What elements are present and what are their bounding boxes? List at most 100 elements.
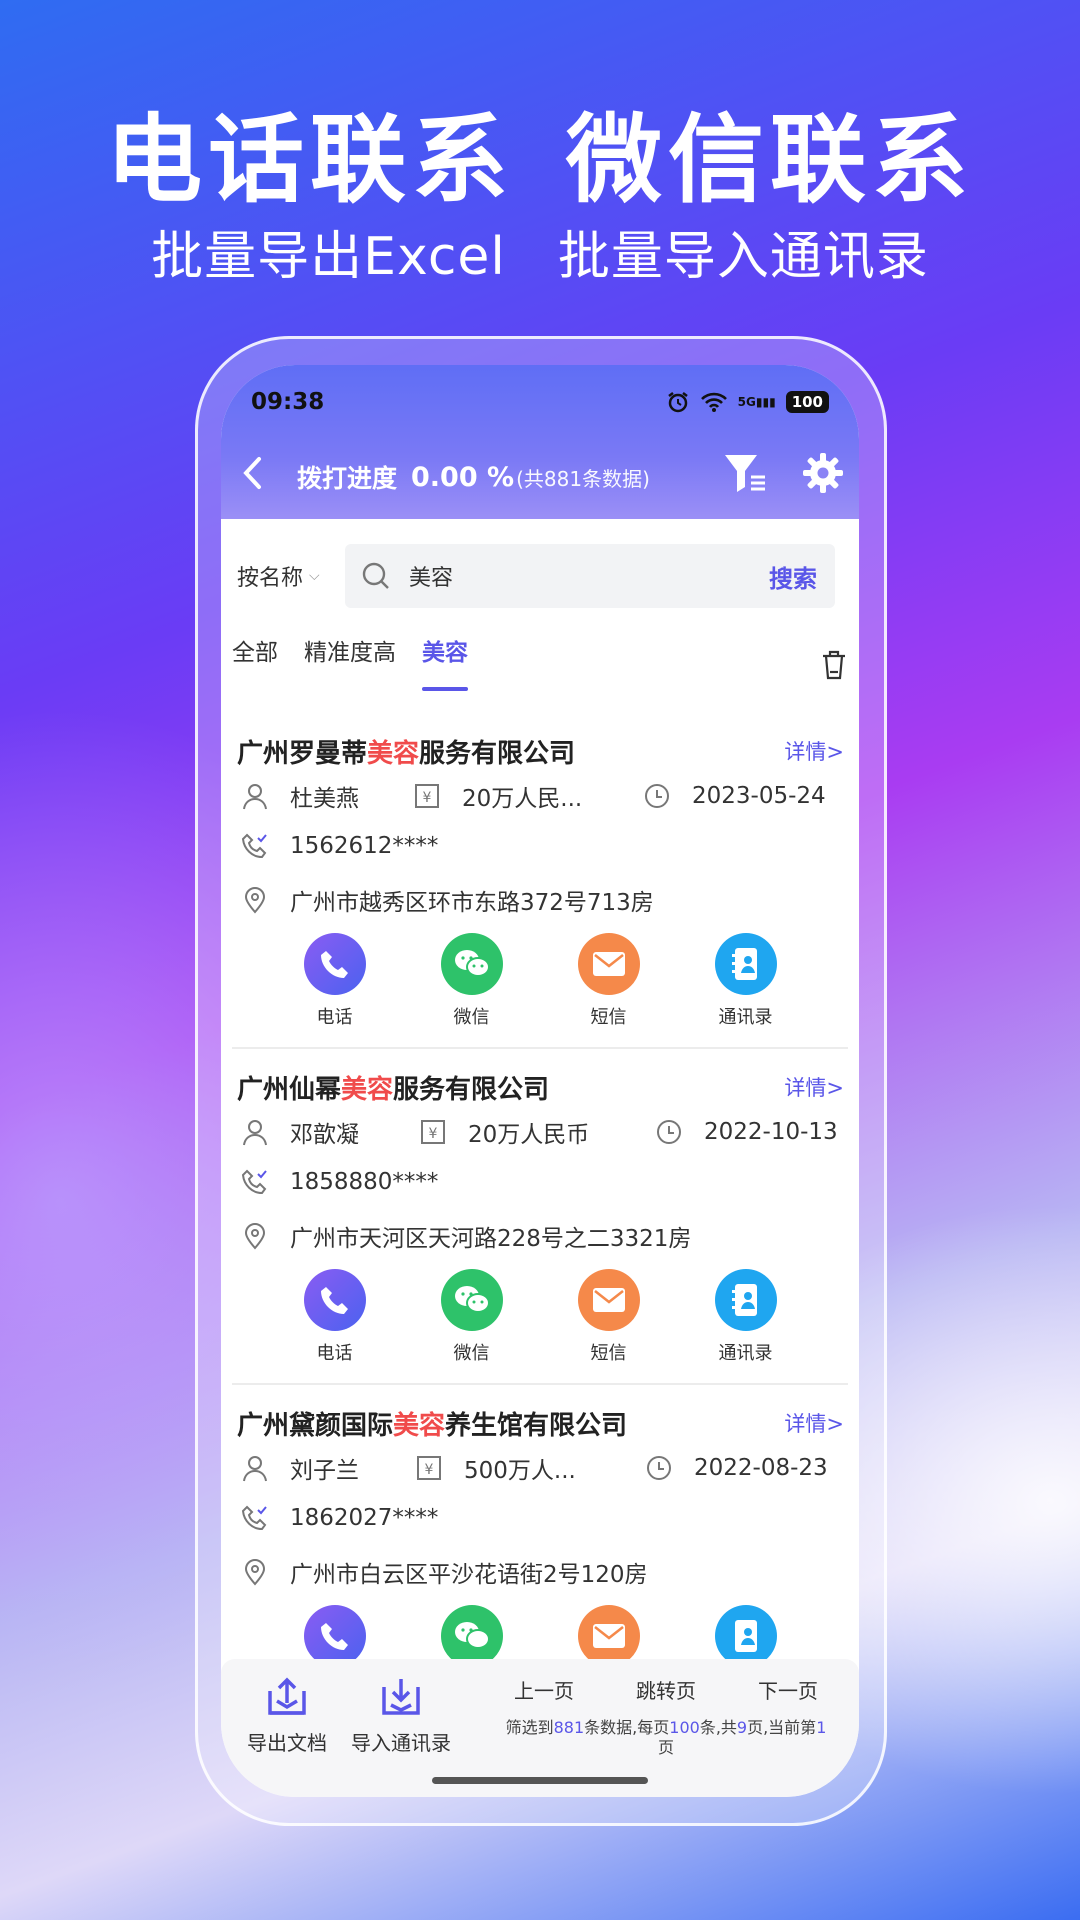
home-indicator[interactable] (432, 1777, 648, 1784)
trash-icon[interactable] (820, 649, 848, 681)
filter-icon[interactable] (723, 451, 769, 495)
import-contacts-button[interactable]: 导入通讯录 (351, 1677, 451, 1756)
company-card[interactable]: 广州仙幂美容服务有限公司 详情> 邓歆凝 ¥ 20万人民币 2022-10-13… (232, 1069, 848, 1393)
svg-text:¥: ¥ (425, 1462, 434, 1478)
signal-label: 5G (737, 395, 756, 409)
wechat-button[interactable]: 微信 (432, 933, 512, 1029)
clock-icon (642, 781, 672, 811)
tab-all[interactable]: 全部 (232, 633, 278, 693)
headline-line1: 电话联系 微信联系 (0, 105, 1080, 215)
signal-icon: 5G▮▮▮ (737, 395, 776, 409)
call-button[interactable]: 电话 (295, 933, 375, 1029)
info-row: 刘子兰 ¥ 500万人... 2022-08-23 (240, 1451, 840, 1485)
wechat-button[interactable] (432, 1605, 512, 1667)
registered-capital: 500万人... (464, 1458, 576, 1484)
wechat-label: 微信 (453, 1343, 490, 1364)
alarm-icon (667, 392, 688, 413)
phone-icon (303, 1605, 366, 1667)
status-bar: 09:38 5G▮▮▮ 100 (251, 387, 829, 417)
current-page: 1 (816, 1718, 827, 1737)
detail-link[interactable]: 详情> (784, 736, 844, 766)
action-bar (232, 1605, 848, 1667)
keyword-highlight: 美容 (393, 1411, 446, 1441)
chevron-down-icon: ⌵ (309, 568, 320, 584)
total-count: 881 (553, 1718, 585, 1737)
search-box: 搜索 (345, 544, 835, 608)
phone-screen: 09:38 5G▮▮▮ 100 拨打进度 0.00 % (共881条数据) 按名… (221, 365, 859, 1797)
back-icon[interactable] (241, 452, 281, 502)
sms-button[interactable]: 短信 (569, 1269, 649, 1365)
status-time: 09:38 (251, 389, 325, 415)
call-button[interactable] (295, 1605, 375, 1667)
gear-icon[interactable] (801, 451, 845, 495)
search-type-select[interactable]: 按名称 ⌵ (237, 560, 345, 592)
company-name: 广州罗曼蒂美容服务有限公司 (237, 733, 575, 770)
keyword-highlight: 美容 (341, 1075, 394, 1105)
import-icon (382, 1679, 420, 1715)
wechat-icon (440, 1605, 503, 1667)
next-page-button[interactable]: 下一页 (758, 1675, 818, 1704)
keyword-highlight: 美容 (367, 739, 420, 769)
mail-icon (577, 933, 640, 995)
pagination: 上一页 跳转页 下一页 筛选到881条数据,每页100条,共9页,当前第1 页 (483, 1675, 849, 1758)
contacts-button[interactable]: 通讯录 (706, 1269, 786, 1365)
call-label: 电话 (316, 1007, 353, 1028)
search-row: 按名称 ⌵ 搜索 (221, 543, 859, 609)
card-divider (232, 1047, 848, 1049)
nav-bar: 拨打进度 0.00 % (共881条数据) (221, 447, 859, 507)
wifi-icon (700, 392, 727, 412)
company-name-suffix: 服务有限公司 (393, 1075, 550, 1105)
info-row: 邓歆凝 ¥ 20万人民币 2022-10-13 (240, 1115, 840, 1149)
tab-beauty[interactable]: 美容 (422, 633, 468, 693)
export-document-button[interactable]: 导出文档 (247, 1677, 327, 1756)
info-text: 页,当前第 (747, 1718, 817, 1737)
import-label: 导入通讯录 (351, 1731, 451, 1755)
tab-high-accuracy[interactable]: 精准度高 (304, 633, 396, 693)
address: 广州市越秀区环市东路372号713房 (290, 890, 654, 916)
bottom-toolbar: 导出文档 导入通讯录 上一页 跳转页 下一页 筛选到881条数据,每页100条,… (221, 1659, 859, 1797)
location-icon (240, 1221, 270, 1251)
contacts-label: 通讯录 (718, 1007, 773, 1028)
pager-links: 上一页 跳转页 下一页 (483, 1675, 849, 1704)
record-count: (共881条数据) (516, 466, 650, 491)
headline-phone-contact: 电话联系 (106, 104, 514, 216)
info-text: 条数据,每页 (584, 1718, 670, 1737)
svg-text:¥: ¥ (429, 1126, 438, 1142)
phone-call-icon (240, 831, 270, 861)
page-count: 9 (736, 1718, 748, 1737)
address: 广州市白云区平沙花语街2号120房 (290, 1562, 648, 1588)
sms-button[interactable]: 短信 (569, 933, 649, 1029)
legal-person: 杜美燕 (290, 786, 359, 812)
page-title: 拨打进度 (297, 464, 398, 493)
contacts-button[interactable] (706, 1605, 786, 1667)
detail-link[interactable]: 详情> (784, 1408, 844, 1438)
person-icon (240, 1453, 270, 1483)
nav-actions (723, 451, 845, 495)
info-text: 筛选到 (505, 1718, 554, 1737)
jump-page-button[interactable]: 跳转页 (636, 1675, 696, 1704)
address-row: 广州市白云区平沙花语街2号120房 (240, 1555, 648, 1589)
mail-icon (577, 1605, 640, 1667)
sms-button[interactable] (569, 1605, 649, 1667)
contacts-button[interactable]: 通讯录 (706, 933, 786, 1029)
progress-percent: 0.00 % (411, 461, 515, 493)
call-button[interactable]: 电话 (295, 1269, 375, 1365)
sms-label: 短信 (590, 1343, 627, 1364)
company-card[interactable]: 广州罗曼蒂美容服务有限公司 详情> 杜美燕 ¥ 20万人民... 2023-05… (232, 733, 848, 1057)
address-row: 广州市越秀区环市东路372号713房 (240, 883, 654, 917)
search-button[interactable]: 搜索 (769, 559, 817, 594)
wechat-button[interactable]: 微信 (432, 1269, 512, 1365)
founded-date: 2023-05-24 (692, 783, 826, 809)
company-name: 广州仙幂美容服务有限公司 (237, 1069, 549, 1106)
wechat-icon (440, 1269, 503, 1331)
phone-number: 1858880**** (290, 1169, 439, 1195)
search-input[interactable] (409, 563, 729, 589)
contacts-label: 通讯录 (718, 1343, 773, 1364)
phone-row: 1858880**** (240, 1167, 438, 1197)
address-row: 广州市天河区天河路228号之二3321房 (240, 1219, 691, 1253)
prev-page-button[interactable]: 上一页 (514, 1675, 574, 1704)
phone-call-icon (240, 1503, 270, 1533)
detail-link[interactable]: 详情> (784, 1072, 844, 1102)
phone-row: 1562612**** (240, 831, 438, 861)
company-card[interactable]: 广州黛颜国际美容养生馆有限公司 详情> 刘子兰 ¥ 500万人... 2022-… (232, 1405, 848, 1667)
